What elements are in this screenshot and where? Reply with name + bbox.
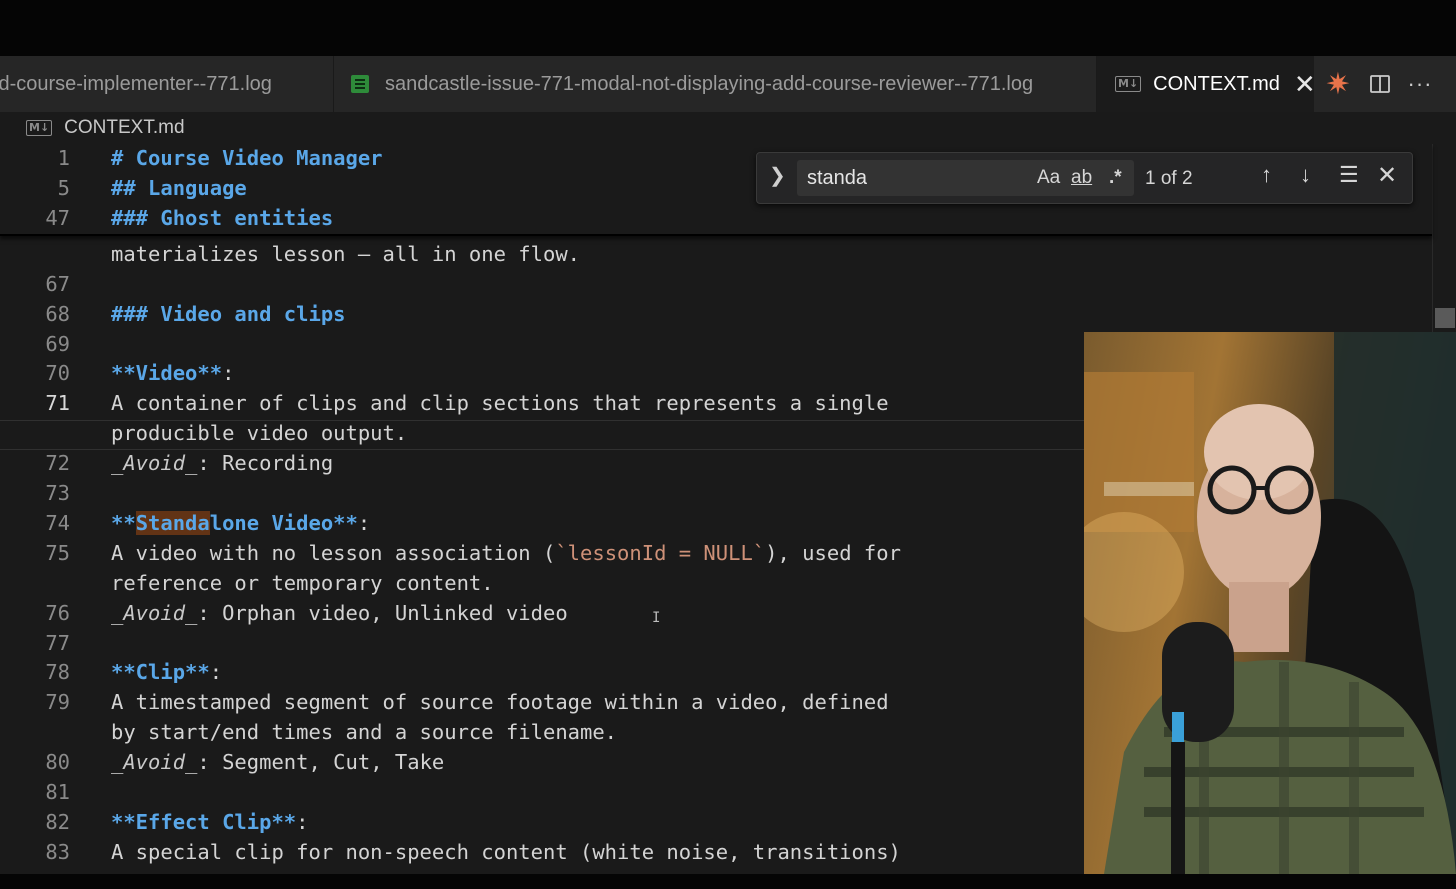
find-input[interactable]: [807, 160, 1027, 196]
bold-term: **Video**: [111, 361, 223, 385]
markdown-file-icon: M↓: [1115, 76, 1142, 92]
sparkle-icon[interactable]: ✷: [1318, 56, 1358, 112]
line-number: 75: [45, 541, 70, 565]
current-line-highlight: [0, 449, 1084, 450]
code-line: **Effect Clip**:: [111, 810, 309, 834]
line-number: 68: [45, 302, 70, 326]
find-input-box: Aa ab .*: [797, 160, 1134, 196]
breadcrumb-file[interactable]: CONTEXT.md: [64, 117, 184, 139]
line-number: 71: [45, 391, 70, 415]
line-number: 73: [45, 481, 70, 505]
code-line: _Avoid_: Recording: [111, 451, 334, 475]
match-case-toggle[interactable]: Aa: [1037, 167, 1060, 189]
code-line: **Clip**:: [111, 660, 223, 684]
line-number: 76: [45, 601, 70, 625]
log-file-icon: [351, 75, 369, 93]
line-number: 79: [45, 690, 70, 714]
line-number: 80: [45, 750, 70, 774]
sticky-heading[interactable]: # Course Video Manager: [111, 146, 383, 170]
bottom-bar: [0, 874, 1456, 889]
presenter-video-image: [1084, 332, 1456, 874]
code-line: A special clip for non-speech content (w…: [111, 840, 901, 864]
tab-label: CONTEXT.md: [1153, 72, 1280, 95]
webcam-overlay: [1084, 332, 1456, 874]
arrow-down-icon[interactable]: ↓: [1300, 162, 1311, 188]
line-number: 67: [45, 272, 70, 296]
tab-label: sandcastle-issue-771-modal-not-displayin…: [385, 72, 1034, 95]
split-editor-icon[interactable]: [1360, 56, 1400, 112]
search-match-highlight: Standa: [135, 511, 210, 535]
close-icon[interactable]: ✕: [1377, 161, 1397, 190]
match-whole-word-toggle[interactable]: ab: [1071, 167, 1092, 189]
code-line: A video with no lesson association (`les…: [111, 541, 901, 565]
code-line: A timestamped segment of source footage …: [111, 690, 889, 714]
tab-reviewer-log[interactable]: sandcastle-issue-771-modal-not-displayin…: [335, 56, 1097, 112]
line-number: 77: [45, 631, 70, 655]
find-widget: ❯ Aa ab .* 1 of 2 ↑ ↓ ☰ ✕: [756, 152, 1413, 204]
code-line: _Avoid_: Orphan video, Unlinked video: [111, 601, 568, 625]
line-number: 69: [45, 332, 70, 356]
line-number: 1: [57, 146, 70, 170]
close-icon[interactable]: ✕: [1294, 71, 1314, 97]
more-actions-icon[interactable]: ···: [1400, 56, 1440, 112]
line-number: 81: [45, 780, 70, 804]
text-cursor-icon: I: [652, 610, 661, 626]
code-line: **Standalone Video**:: [111, 511, 371, 535]
find-in-selection-icon[interactable]: ☰: [1339, 162, 1359, 188]
tab-context-md[interactable]: M↓ CONTEXT.md ✕: [1097, 56, 1314, 112]
line-number: 70: [45, 361, 70, 385]
code-line: by start/end times and a source filename…: [111, 720, 618, 744]
tab-label: ld-course-implementer--771.log: [0, 72, 272, 95]
line-number: 47: [45, 206, 70, 230]
title-bar: [0, 0, 1456, 56]
match-count: 1 of 2: [1145, 168, 1193, 189]
code-line: _Avoid_: Segment, Cut, Take: [111, 750, 445, 774]
code-line: reference or temporary content.: [111, 571, 494, 595]
line-number: 74: [45, 511, 70, 535]
sticky-heading[interactable]: ### Ghost entities: [111, 206, 333, 230]
code-line: **Video**:: [111, 361, 235, 385]
line-number: 72: [45, 451, 70, 475]
use-regex-toggle[interactable]: .*: [1109, 167, 1122, 189]
chevron-right-icon[interactable]: ❯: [769, 163, 786, 188]
breadcrumb[interactable]: M↓ CONTEXT.md: [26, 112, 185, 144]
tab-bar: ld-course-implementer--771.log sandcastl…: [0, 56, 1456, 112]
heading-line: ### Video and clips: [111, 302, 346, 326]
sticky-heading[interactable]: ## Language: [111, 176, 247, 200]
tab-implementer-log[interactable]: ld-course-implementer--771.log: [0, 56, 334, 112]
code-line: A container of clips and clip sections t…: [111, 391, 889, 415]
code-line: materializes lesson — all in one flow.: [111, 242, 580, 266]
markdown-file-icon: M↓: [26, 120, 53, 136]
arrow-up-icon[interactable]: ↑: [1261, 162, 1272, 188]
line-number: 83: [45, 840, 70, 864]
line-number: 5: [57, 176, 70, 200]
code-line: producible video output.: [111, 421, 408, 445]
scrollbar-thumb[interactable]: [1435, 308, 1455, 328]
line-number: 82: [45, 810, 70, 834]
line-number: 78: [45, 660, 70, 684]
